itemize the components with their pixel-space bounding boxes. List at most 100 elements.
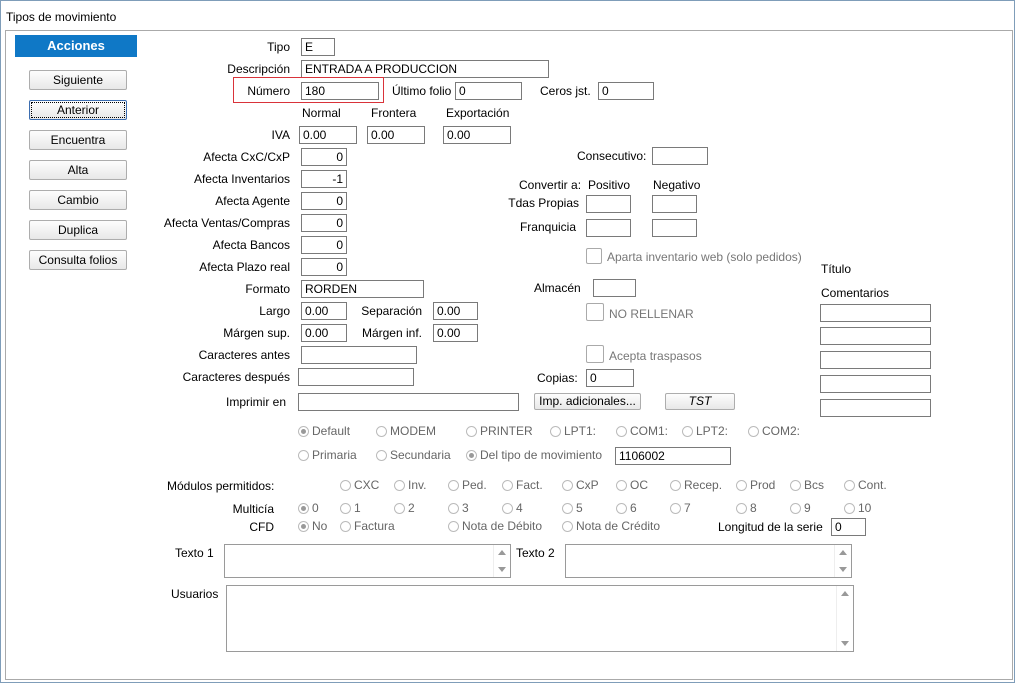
tst-button[interactable]: TST xyxy=(665,393,735,410)
tdas-negativo-input[interactable] xyxy=(652,195,697,213)
multicia-10[interactable]: 10 xyxy=(844,500,871,516)
scroll-up-icon[interactable] xyxy=(498,550,506,555)
comentario-input-1[interactable] xyxy=(820,304,931,322)
modulo-cont[interactable]: Cont. xyxy=(844,477,887,493)
almacen-input[interactable] xyxy=(593,279,636,297)
serie-input[interactable]: 1106002 xyxy=(615,447,731,465)
afecta-agente-input[interactable]: 0 xyxy=(301,192,347,210)
previous-button[interactable]: Anterior xyxy=(29,100,127,120)
texto2-textarea[interactable] xyxy=(565,544,852,578)
multicia-5[interactable]: 5 xyxy=(562,500,583,516)
acepta-traspasos-checkbox[interactable]: Acepta traspasos xyxy=(586,345,702,363)
serie-radio-tipo[interactable]: Del tipo de movimiento xyxy=(466,447,602,463)
duplicate-button[interactable]: Duplica xyxy=(29,220,127,240)
port-radio-printer[interactable]: PRINTER xyxy=(466,423,533,439)
margen-sup-input[interactable]: 0.00 xyxy=(301,324,347,342)
scroll-up-icon[interactable] xyxy=(841,591,849,596)
scroll-up-icon[interactable] xyxy=(839,550,847,555)
largo-input[interactable]: 0.00 xyxy=(301,302,347,320)
find-button[interactable]: Encuentra xyxy=(29,130,127,150)
texto1-textarea[interactable] xyxy=(224,544,511,578)
multicia-9[interactable]: 9 xyxy=(790,500,811,516)
port-radio-modem[interactable]: MODEM xyxy=(376,423,436,439)
scroll-down-icon[interactable] xyxy=(498,567,506,572)
afecta-plazo-input[interactable]: 0 xyxy=(301,258,347,276)
modulo-cxc[interactable]: CXC xyxy=(340,477,379,493)
modulo-bcs[interactable]: Bcs xyxy=(790,477,824,493)
afecta-bancos-input[interactable]: 0 xyxy=(301,236,347,254)
iva-frontera-input[interactable]: 0.00 xyxy=(367,126,425,144)
usuarios-textarea[interactable] xyxy=(226,585,854,652)
folios-query-button[interactable]: Consulta folios xyxy=(29,250,127,270)
radio-dot xyxy=(466,426,477,437)
multicia-6[interactable]: 6 xyxy=(616,500,637,516)
port-radio-default[interactable]: Default xyxy=(298,423,350,439)
modulo-recep[interactable]: Recep. xyxy=(670,477,722,493)
ceros-input[interactable]: 0 xyxy=(598,82,654,100)
scroll-down-icon[interactable] xyxy=(841,641,849,646)
cfd-factura[interactable]: Factura xyxy=(340,518,395,534)
formato-input[interactable]: RORDEN xyxy=(301,280,424,298)
iva-normal-input[interactable]: 0.00 xyxy=(299,126,357,144)
aparta-inventario-label: Aparta inventario web (solo pedidos) xyxy=(607,250,802,264)
iva-exportacion-input[interactable]: 0.00 xyxy=(443,126,511,144)
caracteres-despues-input[interactable] xyxy=(298,368,414,386)
cfd-nota-credito[interactable]: Nota de Crédito xyxy=(562,518,660,534)
cfd-no[interactable]: No xyxy=(298,518,327,534)
port-radio-com1[interactable]: COM1: xyxy=(616,423,668,439)
comentario-input-2[interactable] xyxy=(820,327,931,345)
multicia-1[interactable]: 1 xyxy=(340,500,361,516)
ultimo-folio-input[interactable]: 0 xyxy=(455,82,522,100)
cfd-nota-debito[interactable]: Nota de Débito xyxy=(448,518,542,534)
afecta-ventas-input[interactable]: 0 xyxy=(301,214,347,232)
numero-input[interactable]: 180 xyxy=(301,82,379,100)
consecutivo-input[interactable] xyxy=(652,147,708,165)
multicia-4[interactable]: 4 xyxy=(502,500,523,516)
imprimir-input[interactable] xyxy=(298,393,519,411)
afecta-inventarios-input[interactable]: -1 xyxy=(301,170,347,188)
franquicia-negativo-input[interactable] xyxy=(652,219,697,237)
multicia-2[interactable]: 2 xyxy=(394,500,415,516)
port-radio-lpt2[interactable]: LPT2: xyxy=(682,423,728,439)
comentario-input-5[interactable] xyxy=(820,399,931,417)
acepta-traspasos-label: Acepta traspasos xyxy=(609,349,702,363)
radio-dot xyxy=(550,426,561,437)
margen-inf-input[interactable]: 0.00 xyxy=(433,324,478,342)
no-rellenar-checkbox[interactable]: NO RELLENAR xyxy=(586,303,694,321)
comentario-input-4[interactable] xyxy=(820,375,931,393)
add-button[interactable]: Alta xyxy=(29,160,127,180)
texto2-scrollbar[interactable] xyxy=(834,545,851,577)
serie-radio-secundaria[interactable]: Secundaria xyxy=(376,447,451,463)
longitud-serie-input[interactable]: 0 xyxy=(831,518,866,536)
modulo-cxp[interactable]: CxP xyxy=(562,477,599,493)
afecta-cxc-input[interactable]: 0 xyxy=(301,148,347,166)
multicia-3[interactable]: 3 xyxy=(448,500,469,516)
aparta-inventario-checkbox[interactable]: Aparta inventario web (solo pedidos) xyxy=(586,248,802,266)
port-radio-lpt1[interactable]: LPT1: xyxy=(550,423,596,439)
modulo-ped[interactable]: Ped. xyxy=(448,477,487,493)
tipo-input[interactable]: E xyxy=(301,38,335,56)
descripcion-input[interactable]: ENTRADA A PRODUCCION xyxy=(301,60,549,78)
franquicia-positivo-input[interactable] xyxy=(586,219,631,237)
checkbox-box xyxy=(586,303,604,321)
modulo-oc[interactable]: OC xyxy=(616,477,648,493)
modulo-inv[interactable]: Inv. xyxy=(394,477,426,493)
serie-radio-primaria[interactable]: Primaria xyxy=(298,447,357,463)
tdas-positivo-input[interactable] xyxy=(586,195,631,213)
scroll-down-icon[interactable] xyxy=(839,567,847,572)
multicia-7[interactable]: 7 xyxy=(670,500,691,516)
modulo-fact[interactable]: Fact. xyxy=(502,477,543,493)
texto1-scrollbar[interactable] xyxy=(493,545,510,577)
copias-input[interactable]: 0 xyxy=(586,369,634,387)
separacion-input[interactable]: 0.00 xyxy=(433,302,478,320)
comentario-input-3[interactable] xyxy=(820,351,931,369)
port-radio-com2[interactable]: COM2: xyxy=(748,423,800,439)
change-button[interactable]: Cambio xyxy=(29,190,127,210)
multicia-0[interactable]: 0 xyxy=(298,500,319,516)
next-button[interactable]: Siguiente xyxy=(29,70,127,90)
multicia-8[interactable]: 8 xyxy=(736,500,757,516)
modulo-prod[interactable]: Prod xyxy=(736,477,775,493)
caracteres-antes-input[interactable] xyxy=(301,346,417,364)
imp-adicionales-button[interactable]: Imp. adicionales... xyxy=(534,393,641,410)
usuarios-scrollbar[interactable] xyxy=(836,586,853,651)
